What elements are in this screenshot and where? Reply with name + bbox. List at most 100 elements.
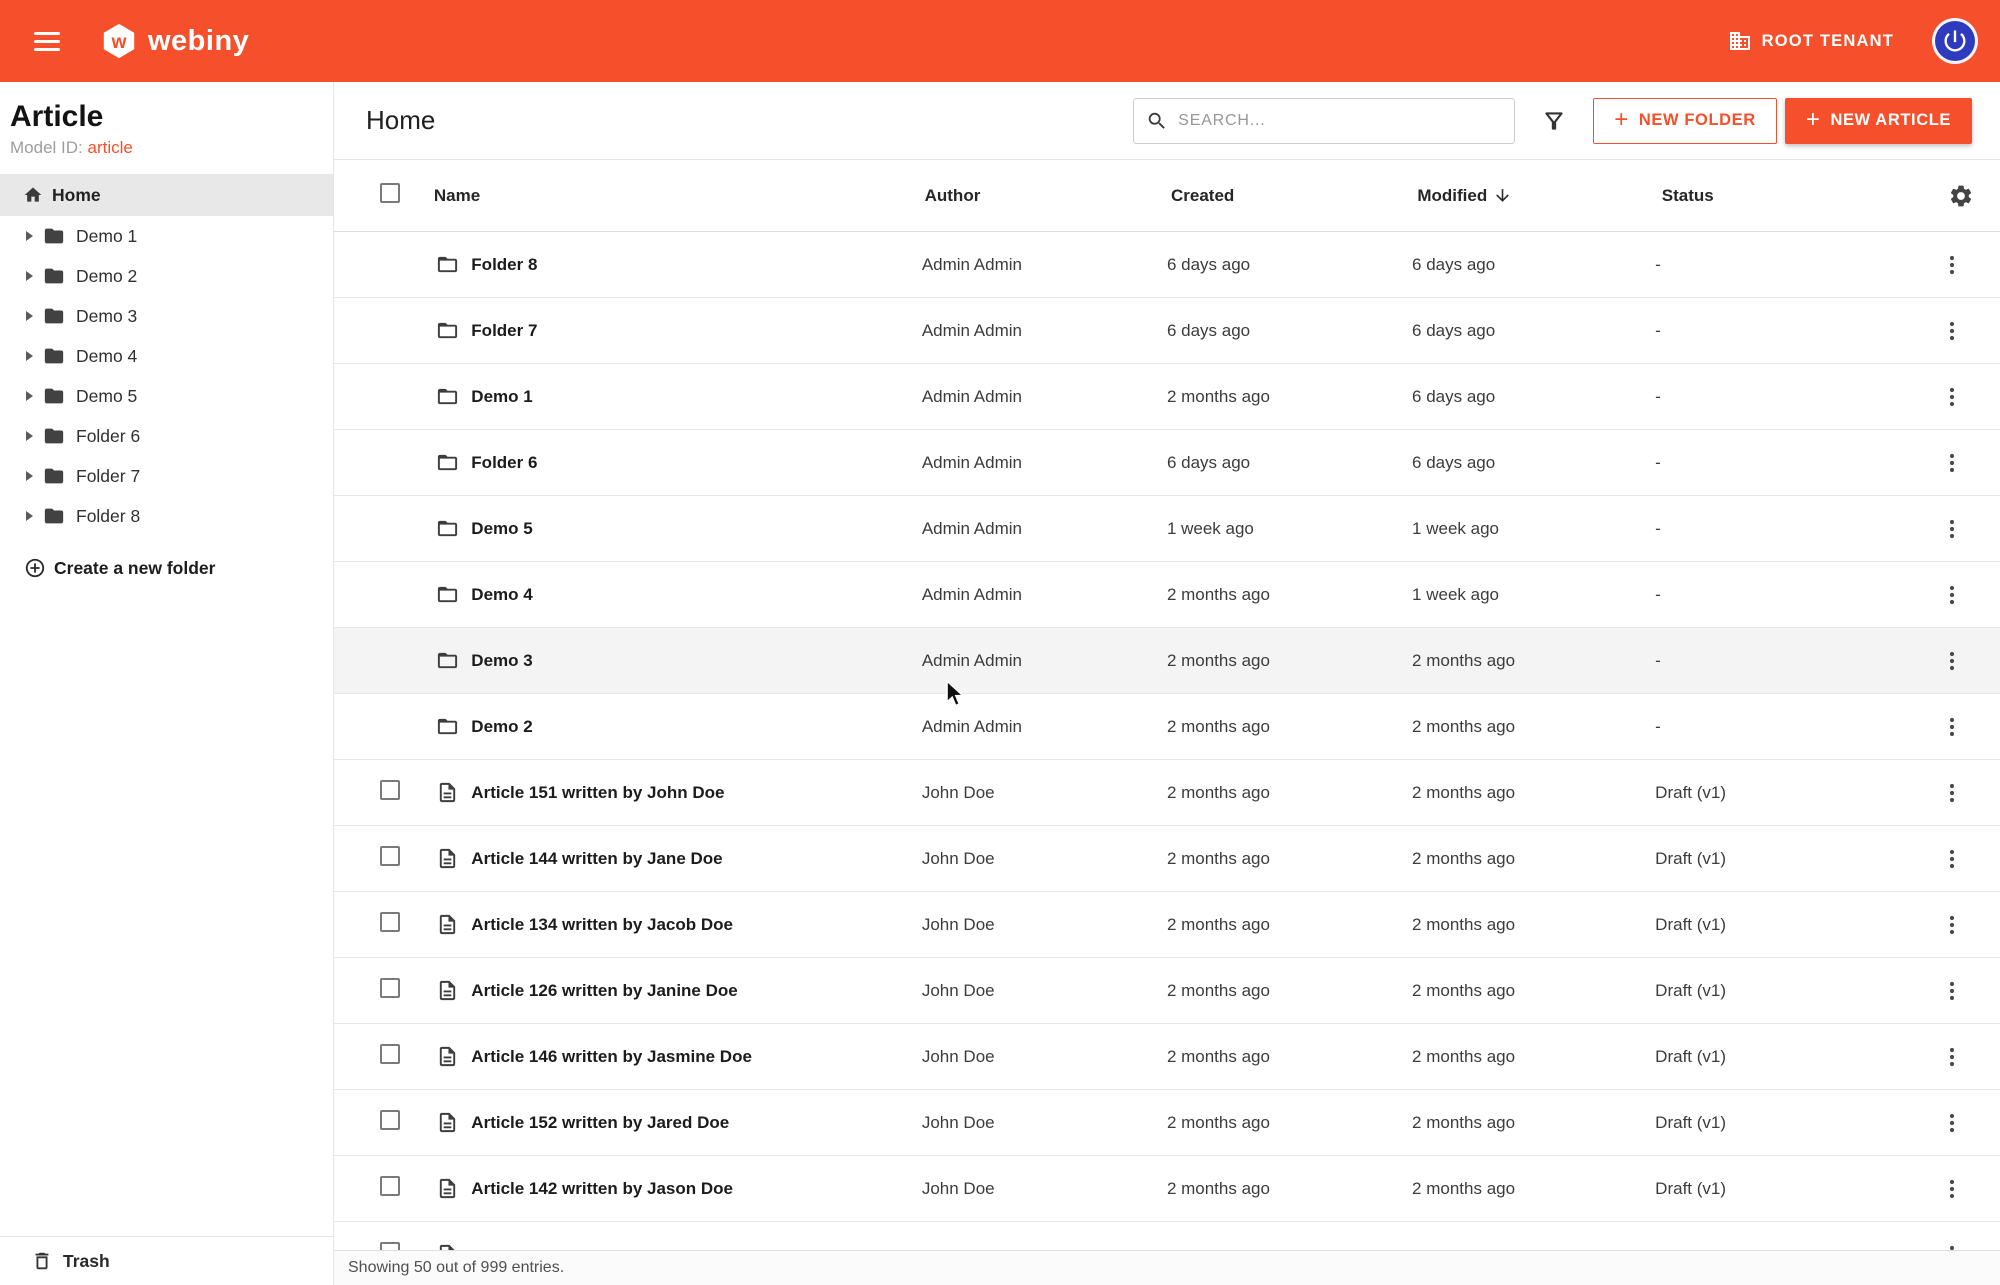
row-name[interactable]: Article 134 written by Jacob Doe [471, 915, 922, 935]
row-menu-button[interactable] [1940, 715, 1964, 739]
chevron-right-icon[interactable] [26, 391, 33, 401]
row-name[interactable]: Demo 5 [471, 519, 922, 539]
settings-icon[interactable] [1948, 183, 1974, 209]
filter-button[interactable] [1541, 108, 1567, 134]
sidebar-folder-item[interactable]: Folder 7 [0, 456, 333, 496]
sidebar-folder-item[interactable]: Demo 5 [0, 376, 333, 416]
row-menu-button[interactable] [1940, 913, 1964, 937]
chevron-right-icon[interactable] [26, 351, 33, 361]
new-folder-button[interactable]: + NEW FOLDER [1593, 98, 1777, 144]
column-header-created[interactable]: Created [1171, 186, 1417, 206]
row-name[interactable]: Article 152 written by Jared Doe [471, 1113, 922, 1133]
row-checkbox[interactable] [380, 780, 400, 800]
create-folder-button[interactable]: Create a new folder [0, 546, 333, 590]
row-created: 2 months ago [1167, 915, 1412, 935]
row-name[interactable]: Folder 8 [471, 255, 922, 275]
table-row[interactable]: Demo 4 Admin Admin 2 months ago 1 week a… [334, 562, 2000, 628]
table-row[interactable]: Demo 5 Admin Admin 1 week ago 1 week ago… [334, 496, 2000, 562]
table-row[interactable]: Article 126 written by Janine Doe John D… [334, 958, 2000, 1024]
search-input[interactable] [1178, 112, 1502, 130]
table-row[interactable]: Folder 6 Admin Admin 6 days ago 6 days a… [334, 430, 2000, 496]
folder-icon [436, 715, 459, 738]
chevron-right-icon[interactable] [26, 231, 33, 241]
sidebar-folder-item[interactable]: Demo 4 [0, 336, 333, 376]
row-checkbox[interactable] [380, 1044, 400, 1064]
table-row[interactable]: Demo 3 Admin Admin 2 months ago 2 months… [334, 628, 2000, 694]
search-box[interactable] [1133, 98, 1515, 144]
new-article-button[interactable]: + NEW ARTICLE [1785, 98, 1972, 144]
table-row[interactable]: Article 144 written by Jane Doe John Doe… [334, 826, 2000, 892]
select-all-checkbox[interactable] [380, 183, 400, 203]
chevron-right-icon[interactable] [26, 311, 33, 321]
sidebar-folder-item[interactable]: Demo 1 [0, 216, 333, 256]
sidebar-folder-item[interactable]: Folder 8 [0, 496, 333, 536]
row-menu-button[interactable] [1940, 979, 1964, 1003]
row-name[interactable]: Demo 2 [471, 717, 922, 737]
chevron-right-icon[interactable] [26, 511, 33, 521]
row-modified: 1 week ago [1412, 585, 1655, 605]
row-menu-button[interactable] [1940, 1111, 1964, 1135]
sidebar-folder-item[interactable]: Folder 6 [0, 416, 333, 456]
row-menu-button[interactable] [1940, 781, 1964, 805]
row-checkbox[interactable] [380, 912, 400, 932]
chevron-right-icon[interactable] [26, 431, 33, 441]
row-menu-button[interactable] [1940, 385, 1964, 409]
tenant-label: ROOT TENANT [1762, 32, 1894, 51]
row-name[interactable]: Article 146 written by Jasmine Doe [471, 1047, 922, 1067]
row-status: Draft (v1) [1655, 981, 1940, 1001]
model-id-value[interactable]: article [87, 138, 132, 157]
sort-desc-icon [1493, 186, 1512, 205]
sidebar-item-home[interactable]: Home [0, 174, 333, 216]
menu-icon[interactable] [34, 32, 60, 51]
row-menu-button[interactable] [1940, 451, 1964, 475]
column-header-status[interactable]: Status [1662, 186, 1948, 206]
row-checkbox[interactable] [380, 978, 400, 998]
column-header-modified[interactable]: Modified [1417, 186, 1661, 206]
table-row[interactable]: Article 152 written by Jared Doe John Do… [334, 1090, 2000, 1156]
trash-button[interactable]: Trash [0, 1236, 333, 1285]
row-name[interactable]: Article 144 written by Jane Doe [471, 849, 922, 869]
table-row[interactable]: Article 142 written by Jason Doe John Do… [334, 1156, 2000, 1222]
sidebar-folder-item[interactable]: Demo 3 [0, 296, 333, 336]
row-name[interactable]: Folder 7 [471, 321, 922, 341]
sidebar-folder-item[interactable]: Demo 2 [0, 256, 333, 296]
row-name[interactable]: Folder 6 [471, 453, 922, 473]
row-menu-button[interactable] [1940, 1045, 1964, 1069]
row-author: Admin Admin [922, 387, 1167, 407]
table-body: Folder 8 Admin Admin 6 days ago 6 days a… [334, 232, 2000, 1285]
user-avatar-button[interactable] [1932, 18, 1978, 64]
table-row[interactable]: Demo 1 Admin Admin 2 months ago 6 days a… [334, 364, 2000, 430]
row-menu-button[interactable] [1940, 1177, 1964, 1201]
table-row[interactable]: Article 146 written by Jasmine Doe John … [334, 1024, 2000, 1090]
chevron-right-icon[interactable] [26, 471, 33, 481]
kebab-icon [1940, 385, 1964, 409]
table-row[interactable]: Article 134 written by Jacob Doe John Do… [334, 892, 2000, 958]
row-author: John Doe [922, 981, 1167, 1001]
row-checkbox[interactable] [380, 846, 400, 866]
row-name[interactable]: Article 142 written by Jason Doe [471, 1179, 922, 1199]
row-name[interactable]: Demo 4 [471, 585, 922, 605]
row-menu-button[interactable] [1940, 583, 1964, 607]
table-header: Name Author Created Modified Status [334, 160, 2000, 232]
row-checkbox[interactable] [380, 1176, 400, 1196]
row-menu-button[interactable] [1940, 517, 1964, 541]
tenant-selector[interactable]: ROOT TENANT [1728, 29, 1894, 53]
row-name[interactable]: Demo 3 [471, 651, 922, 671]
row-name[interactable]: Article 126 written by Janine Doe [471, 981, 922, 1001]
column-header-author[interactable]: Author [925, 186, 1171, 206]
table-row[interactable]: Folder 7 Admin Admin 6 days ago 6 days a… [334, 298, 2000, 364]
table-row[interactable]: Article 151 written by John Doe John Doe… [334, 760, 2000, 826]
sidebar-folder-label: Folder 7 [76, 466, 140, 487]
column-header-name[interactable]: Name [434, 186, 925, 206]
table-row[interactable]: Demo 2 Admin Admin 2 months ago 2 months… [334, 694, 2000, 760]
row-menu-button[interactable] [1940, 649, 1964, 673]
row-menu-button[interactable] [1940, 847, 1964, 871]
row-name[interactable]: Demo 1 [471, 387, 922, 407]
row-menu-button[interactable] [1940, 319, 1964, 343]
row-checkbox[interactable] [380, 1110, 400, 1130]
chevron-right-icon[interactable] [26, 271, 33, 281]
table-row[interactable]: Folder 8 Admin Admin 6 days ago 6 days a… [334, 232, 2000, 298]
row-menu-button[interactable] [1940, 253, 1964, 277]
row-name[interactable]: Article 151 written by John Doe [471, 783, 922, 803]
row-author: Admin Admin [922, 585, 1167, 605]
